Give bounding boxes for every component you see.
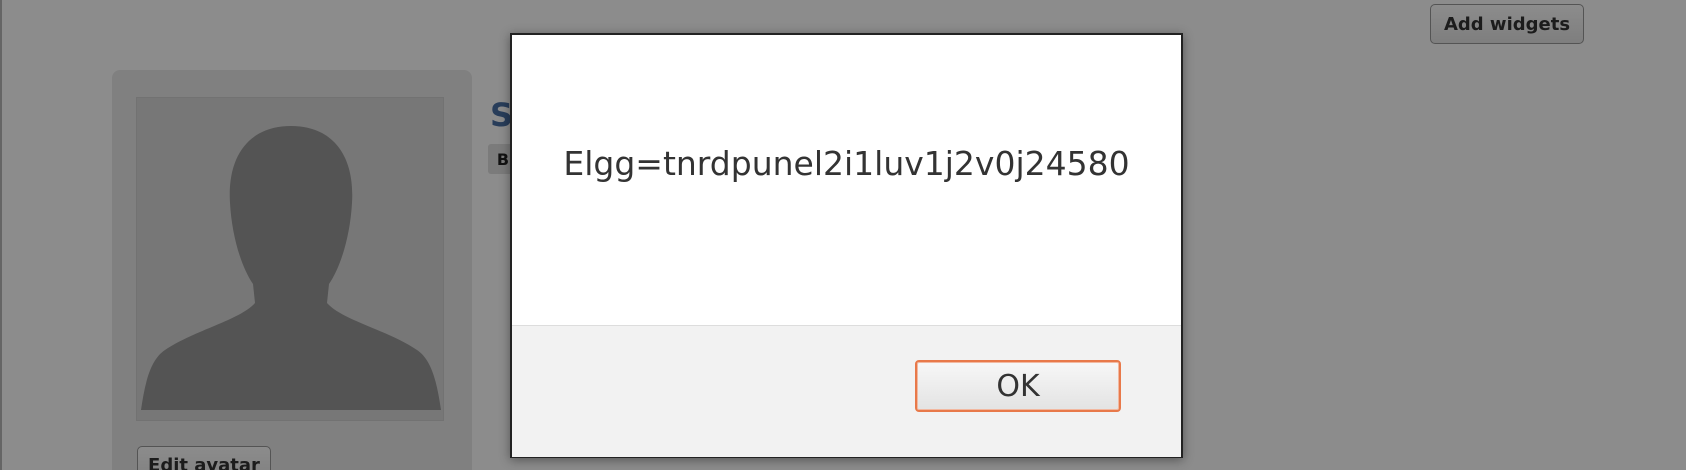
alert-dialog: Elgg=tnrdpunel2i1luv1j2v0j24580 OK (510, 33, 1183, 458)
alert-footer: OK (512, 325, 1181, 457)
alert-message: Elgg=tnrdpunel2i1luv1j2v0j24580 (563, 143, 1130, 183)
ok-button[interactable]: OK (915, 360, 1121, 412)
profile-page: Add widgets Edit avatar S B Elgg=tnrdpun… (0, 0, 1686, 470)
